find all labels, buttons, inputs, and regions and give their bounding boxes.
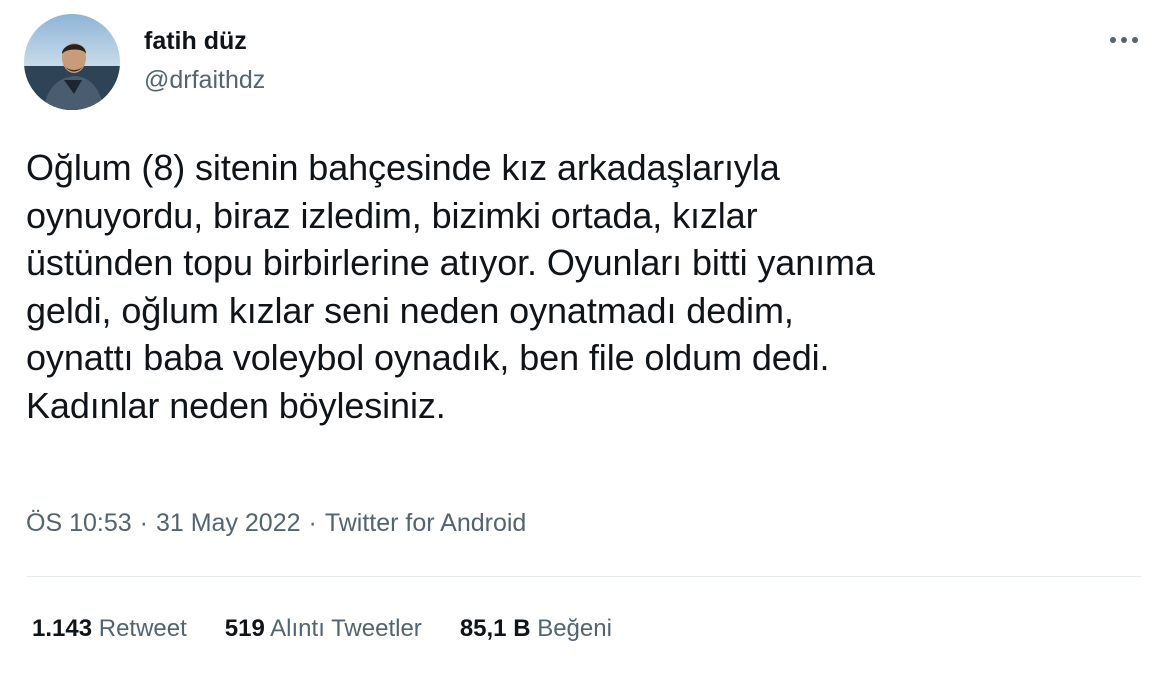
divider	[26, 576, 1142, 577]
tweet-source[interactable]: Twitter for Android	[325, 509, 526, 537]
like-label: Beğeni	[537, 615, 612, 642]
more-horizontal-icon	[1110, 37, 1138, 43]
quote-number: 519	[224, 615, 265, 642]
more-options-button[interactable]	[1102, 22, 1146, 58]
tweet-card: fatih düz @drfaithdz Oğlum (8) sitenin b…	[0, 0, 1174, 675]
tweet-date[interactable]: 31 May 2022	[156, 509, 301, 537]
tweet-time[interactable]: ÖS 10:53	[26, 509, 132, 537]
author-handle[interactable]: @drfaithdz	[144, 64, 265, 96]
tweet-meta: ÖS 10:53 · 31 May 2022 · Twitter for Android	[26, 506, 526, 540]
retweet-number: 1.143	[32, 615, 93, 642]
author-display-name[interactable]: fatih düz	[144, 25, 247, 57]
quote-label: Alıntı Tweetler	[270, 615, 422, 642]
meta-separator: ·	[308, 509, 317, 537]
avatar[interactable]	[24, 14, 120, 110]
like-count[interactable]: 85,1 B Beğeni	[460, 612, 612, 646]
quote-tweet-count[interactable]: 519 Alıntı Tweetler	[225, 612, 422, 646]
retweet-label: Retweet	[98, 615, 187, 642]
tweet-text: Oğlum (8) sitenin bahçesinde kız arkadaş…	[26, 147, 875, 426]
like-number: 85,1 B	[459, 615, 531, 642]
avatar-image	[24, 14, 120, 110]
meta-separator: ·	[139, 509, 148, 537]
retweet-count[interactable]: 1.143 Retweet	[32, 612, 187, 646]
tweet-stats: 1.143 Retweet 519 Alıntı Tweetler 85,1 B…	[32, 612, 612, 646]
